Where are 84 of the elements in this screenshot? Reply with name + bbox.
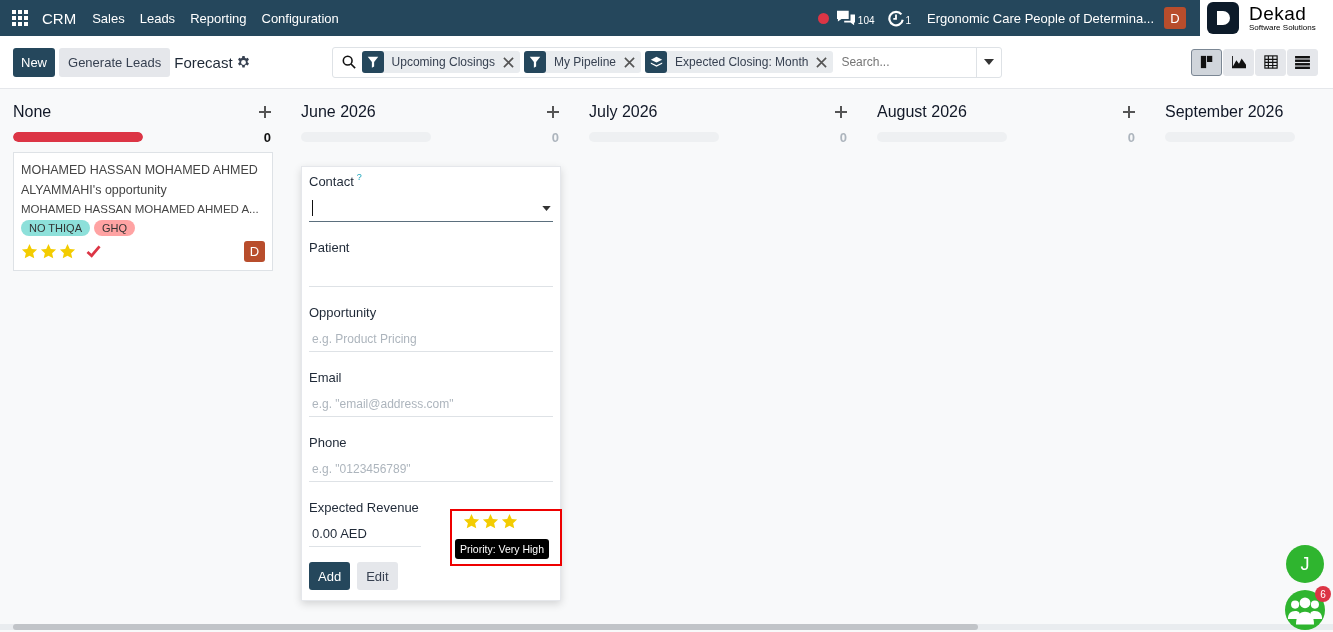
company-name[interactable]: Ergonomic Care People of Determina... xyxy=(927,10,1154,26)
column-title: September 2026 xyxy=(1165,103,1284,121)
field-label: Contact xyxy=(309,174,354,189)
star-icon xyxy=(40,243,57,260)
graph-view-button[interactable] xyxy=(1223,48,1254,76)
list-icon xyxy=(1295,55,1310,69)
star-icon xyxy=(482,513,499,530)
menu-item[interactable]: Sales xyxy=(92,10,125,26)
star-icon xyxy=(21,243,38,260)
star-icon xyxy=(59,243,76,260)
settings-icon[interactable] xyxy=(236,55,250,69)
checkmark-icon[interactable] xyxy=(86,245,101,258)
facet-label: Upcoming Closings xyxy=(391,55,495,69)
card-title: MOHAMED HASSAN MOHAMED AHMED ALYAMMAHI's opportunity xyxy=(21,162,259,199)
apps-menu-icon[interactable] xyxy=(12,10,28,26)
edit-button[interactable]: Edit xyxy=(357,562,398,590)
column-title: July 2026 xyxy=(589,103,658,121)
close-icon[interactable] xyxy=(503,56,514,68)
column-title: June 2026 xyxy=(301,103,376,121)
priority-tooltip: Priority: Very High xyxy=(455,539,550,559)
close-icon[interactable] xyxy=(624,56,636,68)
star-icon xyxy=(501,513,518,530)
caret-icon xyxy=(983,59,994,65)
user-avatar[interactable]: D xyxy=(1164,7,1186,29)
area-chart-icon xyxy=(1230,55,1247,69)
text-cursor xyxy=(312,200,313,216)
facet-label: Expected Closing: Month xyxy=(675,55,809,69)
search-facet[interactable]: My Pipeline xyxy=(524,51,642,73)
search-facet[interactable]: Expected Closing: Month xyxy=(645,51,834,73)
user-avatar[interactable]: D xyxy=(244,241,265,262)
add-icon[interactable] xyxy=(835,106,847,118)
card-subtitle: MOHAMED HASSAN MOHAMED AHMED A... xyxy=(21,202,260,217)
search-input[interactable]: Search... xyxy=(839,54,976,70)
search-icon[interactable] xyxy=(341,55,356,69)
caret-icon xyxy=(542,205,551,211)
search-facet[interactable]: Upcoming Closings xyxy=(361,51,520,73)
column-total: 0 xyxy=(839,129,847,145)
priority-stars[interactable] xyxy=(21,243,76,260)
tag: GHQ xyxy=(94,220,136,236)
field-label: Phone xyxy=(309,435,348,450)
activity-count: 1 xyxy=(905,15,912,26)
filter-icon xyxy=(361,51,384,73)
kanban-icon xyxy=(1199,55,1214,69)
menu-item[interactable]: Leads xyxy=(139,10,176,26)
field-label: Patient xyxy=(309,240,351,255)
list-view-button[interactable] xyxy=(1287,48,1318,76)
recording-dot[interactable] xyxy=(817,12,829,24)
clock-icon[interactable] xyxy=(886,9,905,27)
brand-tagline: Software Solutions xyxy=(1249,24,1316,32)
add-icon[interactable] xyxy=(1123,106,1135,118)
add-button[interactable]: Add xyxy=(309,562,351,590)
column-total: 0 xyxy=(551,129,559,145)
group-chat-bubble[interactable] xyxy=(1285,590,1325,630)
column-total: 0 xyxy=(263,129,271,145)
add-icon[interactable] xyxy=(547,106,559,118)
view-title: Forecast xyxy=(174,53,233,71)
filter-icon xyxy=(524,51,546,73)
opportunity-card[interactable]: MOHAMED HASSAN MOHAMED AHMED ALYAMMAHI's opportunity MOHAMED HASSAN MOHAMED AHMED A... NO THIQA GHQ D xyxy=(13,152,273,271)
priority-stars[interactable] xyxy=(463,513,518,530)
message-count: 104 xyxy=(857,15,875,26)
field-label: Email xyxy=(309,370,343,385)
layers-icon xyxy=(645,51,668,73)
tag: NO THIQA xyxy=(21,220,90,236)
app-name[interactable]: CRM xyxy=(42,9,77,27)
menu-item[interactable]: Reporting xyxy=(190,10,247,26)
column-title: None xyxy=(13,103,52,121)
chat-icon[interactable] xyxy=(834,9,857,27)
star-icon xyxy=(463,513,480,530)
menu-item[interactable]: Configuration xyxy=(261,10,339,26)
generate-leads-button[interactable]: Generate Leads xyxy=(59,47,171,77)
brand-name: Dekad xyxy=(1249,4,1308,23)
notification-badge: 6 xyxy=(1315,586,1331,602)
column-title: August 2026 xyxy=(877,103,967,121)
close-icon[interactable] xyxy=(816,56,828,68)
add-icon[interactable] xyxy=(259,106,271,118)
column-total: 0 xyxy=(1127,129,1135,145)
grid-icon xyxy=(1263,55,1278,69)
facet-label: My Pipeline xyxy=(554,55,617,69)
field-label: Expected Revenue xyxy=(309,500,420,515)
new-button[interactable]: New xyxy=(13,47,55,77)
horizontal-scrollbar[interactable] xyxy=(0,624,1333,630)
field-label: Opportunity xyxy=(309,305,378,320)
pivot-view-button[interactable] xyxy=(1255,48,1286,76)
kanban-view-button[interactable] xyxy=(1191,48,1222,76)
